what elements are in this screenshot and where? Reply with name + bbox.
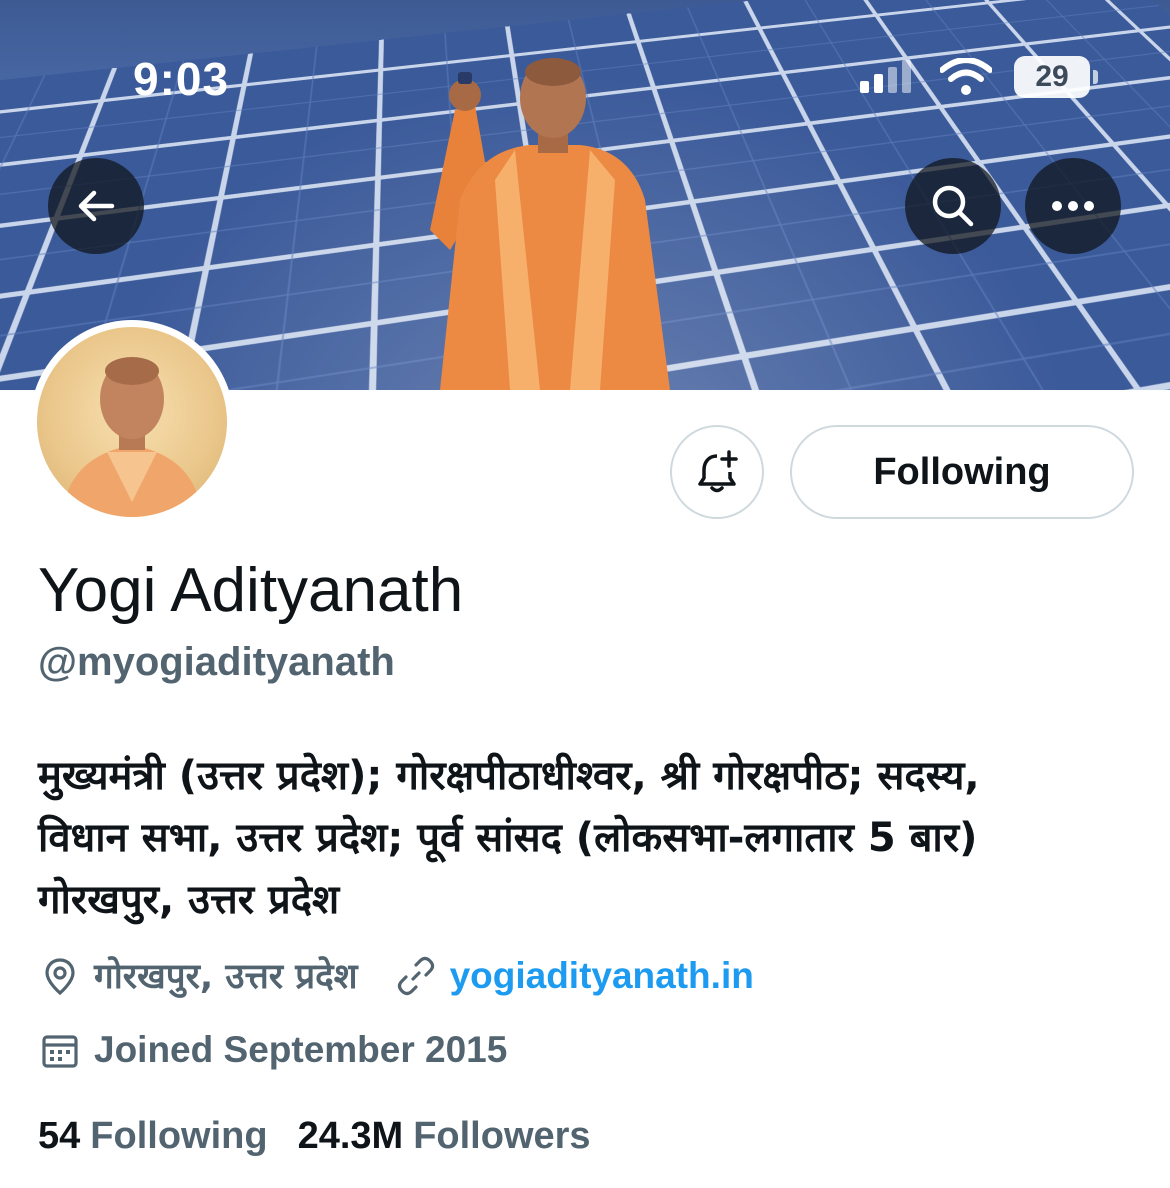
profile-joined-row: Joined September 2015 xyxy=(38,1028,507,1072)
arrow-left-icon xyxy=(78,190,115,222)
profile-joined-date: Joined September 2015 xyxy=(94,1029,508,1070)
profile-stats: 54 Following 24.3M Followers xyxy=(38,1115,621,1158)
profile-website-link[interactable]: yogiadityanath.in xyxy=(450,955,754,997)
avatar-portrait xyxy=(62,357,202,517)
following-count[interactable]: 54 xyxy=(38,1115,80,1158)
profile-meta-row: गोरखपुर, उत्तर प्रदेश yogiadityanath.in xyxy=(38,952,754,999)
profile-location: गोरखपुर, उत्तर प्रदेश xyxy=(94,957,358,997)
bio-line: मुख्यमंत्री (उत्तर प्रदेश); गोरक्षपीठाधी… xyxy=(38,753,980,799)
following-button[interactable]: Following xyxy=(790,425,1134,519)
bell-plus-icon xyxy=(698,450,738,493)
profile-handle: @myogiadityanath xyxy=(38,640,395,684)
search-icon xyxy=(932,185,974,227)
following-label[interactable]: Following xyxy=(90,1115,267,1158)
bio-line: विधान सभा, उत्तर प्रदेश; पूर्व सांसद (लो… xyxy=(38,815,978,861)
avatar-image xyxy=(37,327,227,517)
calendar-icon xyxy=(38,1028,82,1072)
wifi-icon xyxy=(940,58,992,95)
search-button[interactable] xyxy=(905,158,1001,254)
battery-indicator: 29 xyxy=(1014,56,1098,98)
followers-label[interactable]: Followers xyxy=(413,1115,590,1158)
more-icon xyxy=(1052,201,1094,211)
link-icon xyxy=(394,954,438,998)
profile-name: Yogi Adityanath xyxy=(38,556,464,625)
followers-count[interactable]: 24.3M xyxy=(298,1115,404,1158)
bio-line: गोरखपुर, उत्तर प्रदेश xyxy=(38,877,340,923)
status-time: 9:03 xyxy=(133,53,230,105)
more-button[interactable] xyxy=(1025,158,1121,254)
status-indicators: 29 xyxy=(858,56,1098,98)
banner-person-figure xyxy=(430,58,670,390)
notifications-button[interactable] xyxy=(670,425,764,519)
cellular-signal-icon xyxy=(860,60,911,93)
avatar[interactable] xyxy=(30,320,234,524)
back-button[interactable] xyxy=(48,158,144,254)
profile-bio: मुख्यमंत्री (उत्तर प्रदेश); गोरक्षपीठाधी… xyxy=(38,745,1138,931)
location-pin-icon xyxy=(38,954,82,998)
